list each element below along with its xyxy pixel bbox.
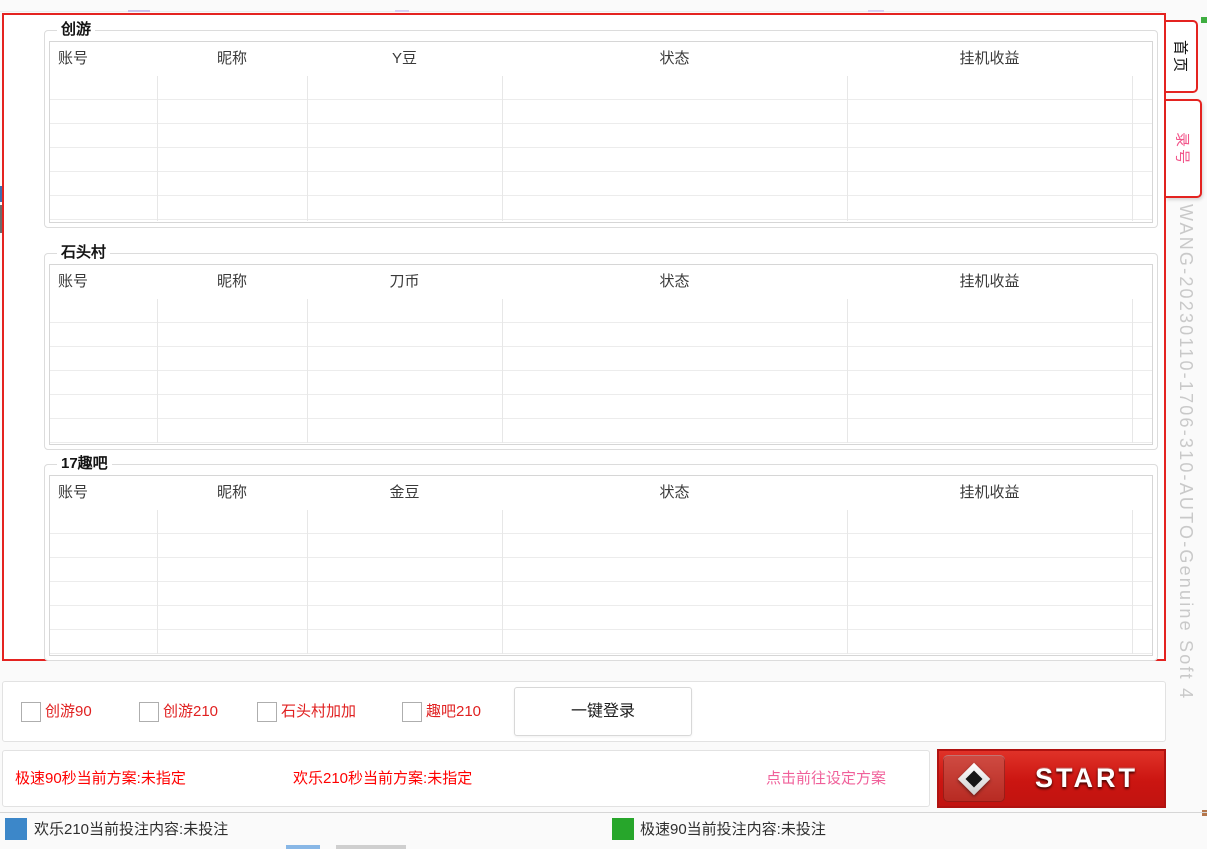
diamond-icon xyxy=(943,755,1005,802)
group-17quba: 17趣吧 账号 昵称 金豆 状态 挂机收益 xyxy=(44,464,1158,661)
table-header: 账号 昵称 Y豆 状态 挂机收益 xyxy=(50,42,1152,76)
tab-record-accounts-label: 录号 xyxy=(1173,131,1194,165)
desktop-artifact-line xyxy=(0,11,1162,12)
start-button[interactable]: START xyxy=(937,749,1166,808)
checkbox-box xyxy=(139,702,159,722)
desktop-artifact xyxy=(286,845,320,849)
group-chuangyou: 创游 账号 昵称 Y豆 状态 挂机收益 xyxy=(44,30,1158,228)
table-body xyxy=(50,299,1152,444)
tab-record-accounts[interactable]: 录号 xyxy=(1166,99,1202,198)
speed90-plan-status: 极速90秒当前方案:未指定 xyxy=(15,751,186,806)
column-header: 账号 xyxy=(58,265,88,299)
column-header: 挂机收益 xyxy=(847,476,1132,510)
checkbox-box xyxy=(21,702,41,722)
desktop-artifact xyxy=(336,845,406,849)
column-divider xyxy=(847,299,848,443)
happy210-bet-status: 欢乐210当前投注内容:未投注 xyxy=(34,818,228,841)
accounts-table-shitoucun[interactable]: 账号 昵称 刀币 状态 挂机收益 xyxy=(49,264,1153,445)
blue-status-swatch xyxy=(5,818,27,840)
checkbox-label: 趣吧210 xyxy=(426,701,481,723)
group-label: 17趣吧 xyxy=(57,455,112,473)
quick-select-panel: 创游90 创游210 石头村加加 趣吧210 一键登录 xyxy=(2,681,1166,742)
accounts-panel: 创游 账号 昵称 Y豆 状态 挂机收益 石头村 账号 昵称 xyxy=(2,13,1166,661)
column-header: 挂机收益 xyxy=(847,265,1132,299)
checkbox-shitoucun-jiajia[interactable]: 石头村加加 xyxy=(257,701,356,723)
column-header: 账号 xyxy=(58,42,88,76)
desktop-artifact xyxy=(128,10,150,12)
column-header: 昵称 xyxy=(157,42,307,76)
speed90-bet-status: 极速90当前投注内容:未投注 xyxy=(640,818,826,841)
column-header: Y豆 xyxy=(307,42,502,76)
column-divider xyxy=(157,510,158,654)
column-divider xyxy=(847,510,848,654)
checkbox-label: 创游210 xyxy=(163,701,218,723)
checkbox-box xyxy=(402,702,422,722)
happy210-plan-status: 欢乐210秒当前方案:未指定 xyxy=(293,751,472,806)
column-header: 金豆 xyxy=(307,476,502,510)
column-header: 账号 xyxy=(58,476,88,510)
checkbox-quba210[interactable]: 趣吧210 xyxy=(402,701,481,723)
one-click-login-button[interactable]: 一键登录 xyxy=(514,687,692,736)
column-divider xyxy=(157,299,158,443)
column-divider xyxy=(847,76,848,221)
column-divider xyxy=(1132,76,1133,221)
column-header: 昵称 xyxy=(157,265,307,299)
column-header: 挂机收益 xyxy=(847,42,1132,76)
desktop-artifact-dot xyxy=(1201,17,1207,23)
column-divider xyxy=(307,510,308,654)
table-body xyxy=(50,76,1152,222)
column-header: 状态 xyxy=(502,265,847,299)
group-label: 石头村 xyxy=(57,244,110,262)
column-divider xyxy=(157,76,158,221)
column-divider xyxy=(502,76,503,221)
checkbox-chuangyou90[interactable]: 创游90 xyxy=(21,701,92,723)
accounts-table-17quba[interactable]: 账号 昵称 金豆 状态 挂机收益 xyxy=(49,475,1153,656)
green-status-swatch xyxy=(612,818,634,840)
tab-home-label: 首页 xyxy=(1171,39,1192,73)
setup-plan-link[interactable]: 点击前往设定方案 xyxy=(766,751,886,806)
desktop-artifact xyxy=(395,10,409,12)
group-shitoucun: 石头村 账号 昵称 刀币 状态 挂机收益 xyxy=(44,253,1158,450)
column-divider xyxy=(1132,510,1133,654)
checkbox-label: 创游90 xyxy=(45,701,92,723)
accounts-table-chuangyou[interactable]: 账号 昵称 Y豆 状态 挂机收益 xyxy=(49,41,1153,223)
table-body xyxy=(50,510,1152,655)
column-header: 状态 xyxy=(502,42,847,76)
column-divider xyxy=(307,299,308,443)
plan-status-panel: 极速90秒当前方案:未指定 欢乐210秒当前方案:未指定 点击前往设定方案 xyxy=(2,750,930,807)
bottom-separator xyxy=(0,812,1207,813)
start-button-label: START xyxy=(1009,751,1164,806)
column-header: 刀币 xyxy=(307,265,502,299)
table-header: 账号 昵称 金豆 状态 挂机收益 xyxy=(50,476,1152,510)
column-header: 状态 xyxy=(502,476,847,510)
desktop-artifact xyxy=(1202,810,1207,816)
group-label: 创游 xyxy=(57,21,95,39)
desktop-artifact xyxy=(868,10,884,12)
column-divider xyxy=(502,510,503,654)
checkbox-label: 石头村加加 xyxy=(281,701,356,723)
column-divider xyxy=(307,76,308,221)
column-divider xyxy=(502,299,503,443)
tab-home[interactable]: 首页 xyxy=(1166,20,1198,93)
table-header: 账号 昵称 刀币 状态 挂机收益 xyxy=(50,265,1152,299)
checkbox-box xyxy=(257,702,277,722)
column-header: 昵称 xyxy=(157,476,307,510)
checkbox-chuangyou210[interactable]: 创游210 xyxy=(139,701,218,723)
column-divider xyxy=(1132,299,1133,443)
watermark-text: WANG-20230110-1706-310-AUTO-Genuine Soft… xyxy=(1175,204,1196,700)
